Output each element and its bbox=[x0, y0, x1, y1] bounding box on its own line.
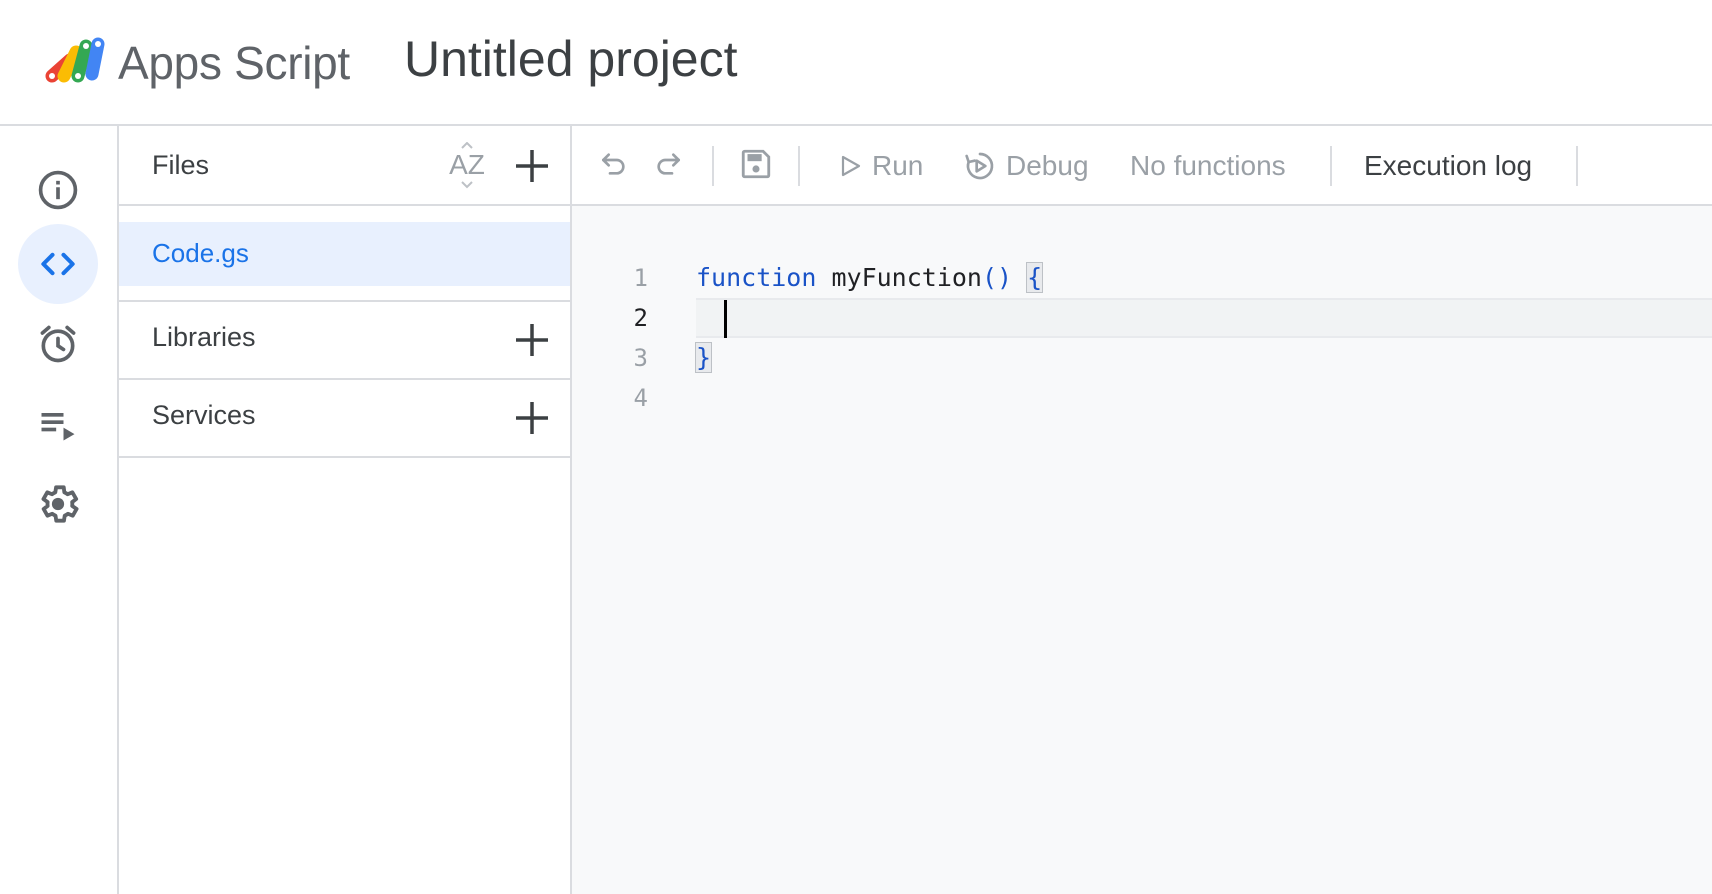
code-close-brace: } bbox=[694, 342, 713, 373]
plus-icon bbox=[516, 324, 548, 356]
code-line-4[interactable] bbox=[696, 378, 1712, 418]
apps-script-logo[interactable] bbox=[40, 32, 108, 88]
code-open-brace: { bbox=[1026, 262, 1044, 293]
code-function-name: myFunction bbox=[816, 263, 982, 292]
alarm-clock-icon bbox=[36, 322, 80, 366]
code-icon bbox=[36, 242, 80, 286]
function-select[interactable]: No functions bbox=[1130, 146, 1286, 186]
files-list: Code.gs bbox=[119, 206, 570, 302]
info-icon bbox=[36, 168, 80, 212]
files-panel: Files AZ Code.gs Libraries Services bbox=[119, 126, 572, 894]
debug-button[interactable]: Debug bbox=[964, 146, 1089, 186]
code-line-3[interactable]: } bbox=[694, 338, 1712, 378]
toolbar-divider bbox=[1576, 146, 1578, 186]
undo-button[interactable] bbox=[594, 144, 634, 184]
rail-item-settings[interactable] bbox=[18, 464, 98, 544]
toolbar-divider bbox=[1330, 146, 1332, 186]
redo-icon bbox=[657, 153, 680, 175]
project-title[interactable]: Untitled project bbox=[404, 30, 738, 88]
rail-item-executions[interactable] bbox=[18, 384, 98, 464]
save-icon bbox=[741, 149, 771, 179]
redo-button[interactable] bbox=[648, 144, 688, 184]
add-file-button[interactable] bbox=[510, 144, 554, 188]
files-header: Files AZ bbox=[119, 126, 570, 206]
libraries-label: Libraries bbox=[152, 322, 256, 352]
execution-log-label: Execution log bbox=[1364, 150, 1533, 181]
gear-icon bbox=[35, 481, 81, 527]
line-number: 1 bbox=[633, 264, 648, 292]
rail-item-editor[interactable] bbox=[18, 224, 98, 304]
debug-icon bbox=[965, 152, 994, 180]
app-header: Apps Script Untitled project bbox=[0, 0, 1712, 126]
code-parens: () bbox=[982, 263, 1013, 292]
undo-icon bbox=[602, 153, 625, 175]
services-section: Services bbox=[119, 380, 570, 458]
rail-item-triggers[interactable] bbox=[18, 304, 98, 384]
line-number-current: 2 bbox=[633, 304, 648, 332]
line-number-gutter: 1 2 3 4 bbox=[572, 258, 648, 418]
code-editor[interactable]: 1 2 3 4 function myFunction() { } bbox=[572, 206, 1712, 894]
code-content[interactable]: function myFunction() { } bbox=[694, 258, 1712, 418]
run-label: Run bbox=[872, 150, 924, 181]
libraries-section: Libraries bbox=[119, 302, 570, 380]
plus-icon bbox=[516, 402, 548, 434]
play-icon bbox=[841, 155, 861, 177]
app-name: Apps Script bbox=[118, 37, 350, 89]
svg-text:AZ: AZ bbox=[449, 149, 485, 180]
debug-label: Debug bbox=[1006, 150, 1089, 181]
file-name: Code.gs bbox=[152, 238, 249, 268]
text-cursor bbox=[724, 300, 727, 338]
execution-log-button[interactable]: Execution log bbox=[1364, 146, 1532, 186]
sort-az-icon: AZ bbox=[449, 142, 485, 189]
code-line-1[interactable]: function myFunction() { bbox=[696, 258, 1712, 298]
sort-files-button[interactable]: AZ bbox=[444, 142, 490, 192]
playlist-play-icon bbox=[36, 402, 80, 446]
files-label: Files bbox=[152, 150, 210, 180]
run-button[interactable]: Run bbox=[840, 146, 923, 186]
toolbar-divider bbox=[712, 146, 714, 186]
plus-icon bbox=[516, 150, 548, 182]
add-service-button[interactable] bbox=[510, 396, 554, 440]
rail-item-overview[interactable] bbox=[18, 150, 98, 230]
services-label: Services bbox=[152, 400, 256, 430]
add-library-button[interactable] bbox=[510, 318, 554, 362]
line-number: 3 bbox=[633, 344, 648, 372]
function-select-value: No functions bbox=[1130, 150, 1286, 181]
code-keyword: function bbox=[696, 263, 817, 292]
line-number: 4 bbox=[633, 384, 648, 412]
file-item-code-gs[interactable]: Code.gs bbox=[119, 222, 570, 286]
save-button[interactable] bbox=[736, 144, 776, 184]
left-nav-rail bbox=[0, 126, 119, 894]
editor-toolbar: Run Debug No functions Execution log bbox=[572, 126, 1712, 206]
code-line-2-active[interactable] bbox=[696, 298, 1712, 338]
toolbar-divider bbox=[798, 146, 800, 186]
